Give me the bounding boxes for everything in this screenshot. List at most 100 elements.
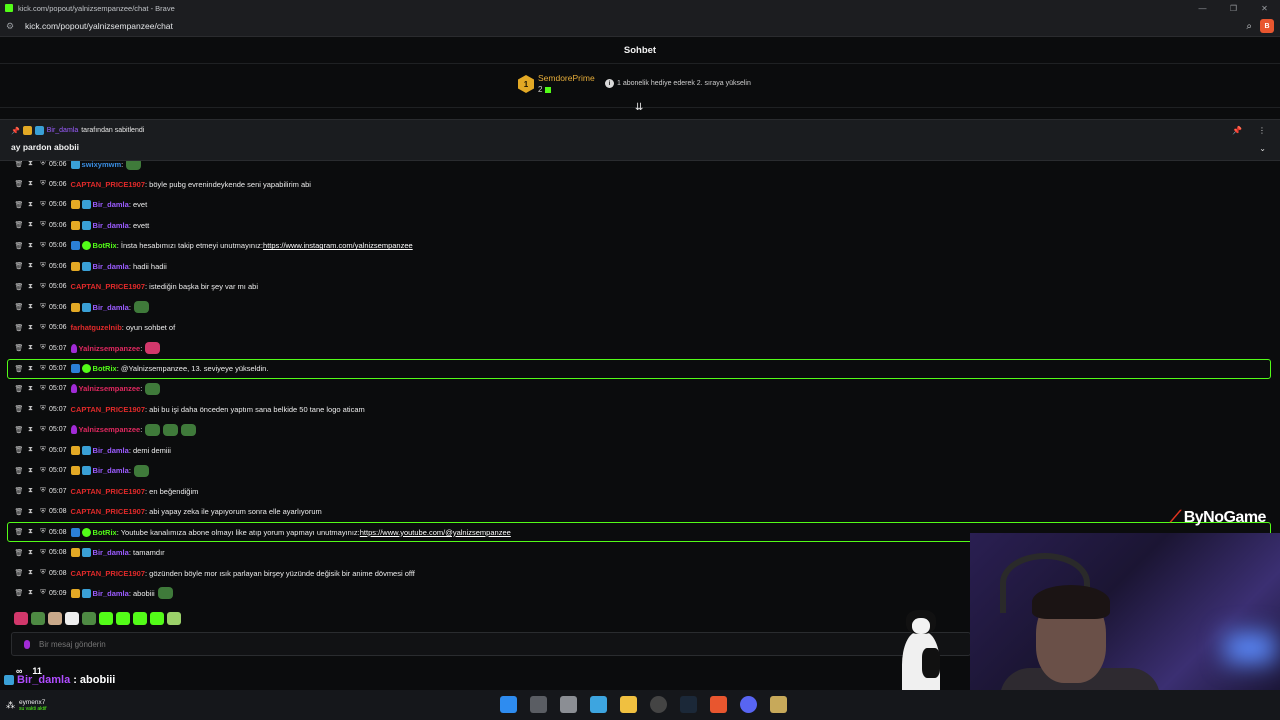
timeout-icon[interactable]: ⧗ [24,405,37,413]
file-explorer-icon[interactable] [620,696,637,713]
emote-button[interactable] [31,612,45,625]
ban-icon[interactable]: ⛨ [37,365,49,373]
timeout-icon[interactable]: ⧗ [24,426,37,434]
delete-message-icon[interactable]: 🗑 [14,508,24,516]
more-options-icon[interactable]: ⋮ [1258,126,1266,135]
message-link[interactable]: https://www.instagram.com/yalnizsempanze… [263,241,413,250]
emote-button[interactable] [133,612,147,625]
ban-icon[interactable]: ⛨ [37,262,49,270]
message-username[interactable]: Bir_damla [93,446,129,455]
delete-message-icon[interactable]: 🗑 [14,262,24,270]
ban-icon[interactable]: ⛨ [37,446,49,454]
emote-button[interactable] [65,612,79,625]
app-icon[interactable] [770,696,787,713]
timeout-icon[interactable]: ⧗ [24,446,37,454]
timeout-icon[interactable]: ⧗ [24,324,37,332]
url-field[interactable]: kick.com/popout/yalnizsempanzee/chat [25,21,173,31]
message-username[interactable]: Yalnizsempanzee [79,425,141,434]
message-username[interactable]: Bir_damla [93,466,129,475]
message-link[interactable]: https://www.youtube.com/@yalnizsempanzee [360,528,511,537]
timeout-icon[interactable]: ⧗ [24,262,37,270]
message-username[interactable]: Bir_damla [93,589,129,598]
emote-button[interactable] [116,612,130,625]
steam-icon[interactable] [680,696,697,713]
delete-message-icon[interactable]: 🗑 [14,385,24,393]
ban-icon[interactable]: ⛨ [37,528,49,536]
ban-icon[interactable]: ⛨ [37,426,49,434]
discord-icon[interactable] [740,696,757,713]
ban-icon[interactable]: ⛨ [37,201,49,209]
delete-message-icon[interactable]: 🗑 [14,303,24,311]
timeout-icon[interactable]: ⧗ [24,161,37,168]
start-icon[interactable] [500,696,517,713]
ban-icon[interactable]: ⛨ [37,303,49,311]
timeout-icon[interactable]: ⧗ [24,303,37,311]
message-username[interactable]: BotRix [93,241,117,250]
delete-message-icon[interactable]: 🗑 [14,344,24,352]
timeout-icon[interactable]: ⧗ [24,549,37,557]
timeout-icon[interactable]: ⧗ [24,365,37,373]
timeout-icon[interactable]: ⧗ [24,283,37,291]
delete-message-icon[interactable]: 🗑 [14,161,24,168]
ban-icon[interactable]: ⛨ [37,589,49,597]
task-view-icon[interactable] [530,696,547,713]
ban-icon[interactable]: ⛨ [37,405,49,413]
scroll-down-icon[interactable]: ⇊ [635,102,643,113]
timeout-icon[interactable]: ⧗ [24,180,37,188]
delete-message-icon[interactable]: 🗑 [14,283,24,291]
zoom-icon[interactable]: ⌕ [1246,21,1252,32]
message-username[interactable]: Yalnizsempanzee [79,344,141,353]
message-username[interactable]: farhatguzelnib [71,323,122,332]
brave-shields-icon[interactable]: B [1260,19,1274,33]
timeout-icon[interactable]: ⧗ [24,201,37,209]
emote-button[interactable] [99,612,113,625]
timeout-icon[interactable]: ⧗ [24,589,37,597]
message-username[interactable]: Bir_damla [93,303,129,312]
obs-icon[interactable] [650,696,667,713]
message-username[interactable]: CAPTAN_PRICE1907 [71,405,145,414]
photos-icon[interactable] [590,696,607,713]
message-username[interactable]: Bir_damla [93,200,129,209]
site-settings-icon[interactable]: ⚙ [6,21,20,32]
delete-message-icon[interactable]: 🗑 [14,487,24,495]
timeout-icon[interactable]: ⧗ [24,487,37,495]
app-icon[interactable] [560,696,577,713]
ban-icon[interactable]: ⛨ [37,283,49,291]
ban-icon[interactable]: ⛨ [37,221,49,229]
minimize-icon[interactable]: — [1187,0,1218,16]
delete-message-icon[interactable]: 🗑 [14,549,24,557]
pinned-username[interactable]: Bir_damla [47,127,79,134]
message-link[interactable]: https://www.youtube.com/@yalnizsempanzee [360,528,511,537]
delete-message-icon[interactable]: 🗑 [14,426,24,434]
unpin-icon[interactable]: 📌 [1232,126,1242,135]
delete-message-icon[interactable]: 🗑 [14,589,24,597]
ban-icon[interactable]: ⛨ [37,180,49,188]
chat-input[interactable] [39,639,639,649]
timeout-icon[interactable]: ⧗ [24,508,37,516]
emote-button[interactable] [167,612,181,625]
emote-button[interactable] [82,612,96,625]
emote-button[interactable] [150,612,164,625]
delete-message-icon[interactable]: 🗑 [14,365,24,373]
message-username[interactable]: CAPTAN_PRICE1907 [71,180,145,189]
close-icon[interactable]: ✕ [1249,0,1280,16]
delete-message-icon[interactable]: 🗑 [14,221,24,229]
ban-icon[interactable]: ⛨ [37,508,49,516]
message-username[interactable]: Bir_damla [93,221,129,230]
message-username[interactable]: Yalnizsempanzee [79,384,141,393]
delete-message-icon[interactable]: 🗑 [14,201,24,209]
chevron-down-icon[interactable]: ⌄ [1259,144,1266,153]
ban-icon[interactable]: ⛨ [37,487,49,495]
delete-message-icon[interactable]: 🗑 [14,405,24,413]
message-username[interactable]: CAPTAN_PRICE1907 [71,487,145,496]
timeout-icon[interactable]: ⧗ [24,242,37,250]
timeout-icon[interactable]: ⧗ [24,528,37,536]
leader-username[interactable]: SemdorePrime [538,73,595,83]
ban-icon[interactable]: ⛨ [37,467,49,475]
emote-button[interactable] [48,612,62,625]
delete-message-icon[interactable]: 🗑 [14,569,24,577]
message-username[interactable]: CAPTAN_PRICE1907 [71,569,145,578]
ban-icon[interactable]: ⛨ [37,161,49,168]
ban-icon[interactable]: ⛨ [37,569,49,577]
delete-message-icon[interactable]: 🗑 [14,446,24,454]
